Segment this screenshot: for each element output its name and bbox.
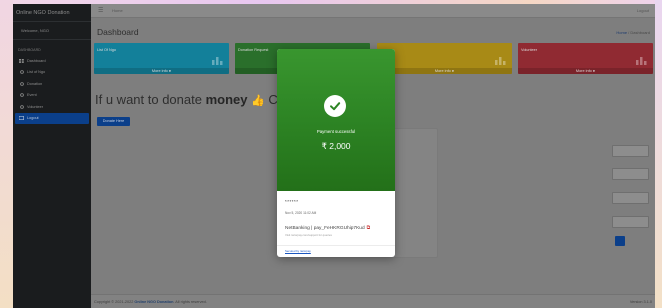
sidebar-item-list-of-ngo[interactable]: List of Ngo <box>15 67 89 79</box>
donate-prompt-bold: money <box>205 92 248 107</box>
circle-icon <box>19 70 24 75</box>
sidebar-item-label: Volunteer <box>27 104 44 109</box>
nav-logout-link[interactable]: Logout <box>637 8 649 13</box>
support-note: Visit razorpay.com/support for queries <box>285 233 332 237</box>
sidebar-item-logout[interactable]: Logout <box>15 112 89 124</box>
circle-icon <box>19 104 24 109</box>
form-submit-button[interactable] <box>615 236 625 246</box>
sidebar-item-label: Donation <box>27 81 43 86</box>
thumbs-up-icon: 👍 <box>251 95 265 107</box>
more-info-link[interactable]: More info ● <box>377 68 512 74</box>
stat-box-list-of-ngo: List Of Ngo More info ● <box>94 43 229 74</box>
checkmark-icon <box>324 95 346 117</box>
circle-icon <box>19 81 24 86</box>
sidebar: Online NGO Donation Welcome, NGO DASHBOA… <box>13 4 91 308</box>
stat-box-events: More info ● <box>377 43 512 74</box>
hamburger-icon[interactable]: ☰ <box>98 7 103 14</box>
donate-here-button[interactable]: Donate Here <box>97 117 130 126</box>
sidebar-item-label: List of Ngo <box>27 70 46 75</box>
brand-title[interactable]: Online NGO Donation <box>13 4 91 22</box>
browser-viewport: Online NGO Donation Welcome, NGO DASHBOA… <box>13 4 655 308</box>
nav-home-link[interactable]: Home <box>112 8 123 13</box>
more-info-link[interactable]: More info ● <box>94 68 229 74</box>
payment-date: Nov 5, 2020 11:02 AM <box>285 211 317 215</box>
sidebar-item-donation[interactable]: Donation <box>15 78 89 90</box>
user-panel: Welcome, NGO <box>13 22 91 40</box>
top-navbar: ☰ Home Logout <box>91 4 655 18</box>
chart-icon <box>212 57 223 65</box>
divider <box>277 245 395 246</box>
copy-icon[interactable]: ⧉ <box>367 225 371 231</box>
footer: Copyright © 2021-2022 Online NGO Donatio… <box>91 294 655 308</box>
footer-brand-link[interactable]: Online NGO Donation <box>134 300 173 304</box>
stat-box-label: Volunteer <box>521 48 538 52</box>
form-field-4[interactable] <box>612 216 649 228</box>
chart-icon <box>636 57 647 65</box>
page-title: Dashboard <box>97 27 139 37</box>
sidebar-item-event[interactable]: Event <box>15 90 89 102</box>
payment-status: Payment successful <box>316 129 356 134</box>
stat-box-volunteer: Volunteer More info ● <box>518 43 653 74</box>
sidebar-item-label: Logout <box>27 116 39 121</box>
payment-amount: ₹ 2,000 <box>321 141 351 151</box>
sidebar-item-label: Dashboard <box>27 58 46 63</box>
modal-header: Payment successful ₹ 2,000 <box>277 49 395 191</box>
copyright-text: Copyright © 2021-2022 Online NGO Donatio… <box>94 300 207 304</box>
donate-prompt: If u want to donate money 👍 Cli <box>95 92 284 107</box>
breadcrumb-current: Dashboard <box>630 30 650 35</box>
version-text: Version 3.1.0 <box>629 300 652 304</box>
breadcrumb-home[interactable]: Home <box>616 30 627 35</box>
left-edge <box>0 0 13 308</box>
form-field-3[interactable] <box>612 192 649 204</box>
form-field-2[interactable] <box>612 168 649 180</box>
secured-by-link[interactable]: Secured by razorpay <box>285 249 311 253</box>
payment-reference: NetBanking | pay_FeHKRGUhip7Kud ⧉ <box>285 225 371 231</box>
logout-icon <box>19 116 24 121</box>
stat-box-label: List Of Ngo <box>97 48 116 52</box>
sidebar-item-label: Event <box>27 93 37 98</box>
circle-icon <box>19 93 24 98</box>
stat-box-label: Donation Request <box>238 48 269 52</box>
masked-account: ****** <box>285 199 299 204</box>
nav-header: DASHBOARD <box>18 48 41 52</box>
right-edge <box>655 0 662 308</box>
dashboard-icon <box>19 58 24 63</box>
breadcrumb: Home / Dashboard <box>616 30 650 35</box>
more-info-link[interactable]: More info ● <box>518 68 653 74</box>
sidebar-item-dashboard[interactable]: Dashboard <box>15 55 89 67</box>
payment-success-modal: Payment successful ₹ 2,000 ****** Nov 5,… <box>277 49 395 257</box>
form-field-1[interactable] <box>612 145 649 157</box>
donate-prompt-text: If u want to donate <box>95 92 206 107</box>
chart-icon <box>495 57 506 65</box>
sidebar-item-volunteer[interactable]: Volunteer <box>15 101 89 113</box>
